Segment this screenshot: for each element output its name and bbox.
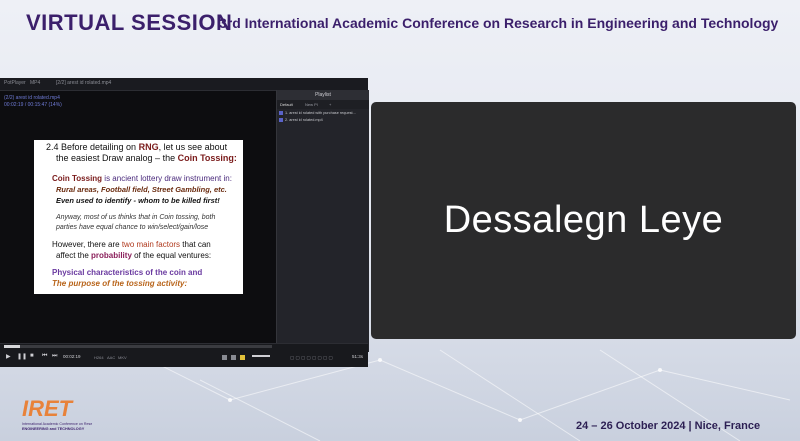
slide-para-1: Coin Tossing is ancient lottery draw ins… xyxy=(52,174,232,183)
slide-para-2: Rural areas, Football field, Street Gamb… xyxy=(56,185,227,194)
bookmark-icon[interactable] xyxy=(240,355,245,360)
stop-icon[interactable]: ■ xyxy=(30,353,34,359)
session-title: VIRTUAL SESSION xyxy=(26,10,233,35)
codec-video: H264 xyxy=(94,355,104,360)
participant-video-tile[interactable]: Dessalegn Leye xyxy=(371,102,796,339)
svg-text:ENGINEERING and TECHNOLOGY: ENGINEERING and TECHNOLOGY xyxy=(22,427,85,431)
slide-para-5: However, there are two main factors that… xyxy=(52,240,211,249)
player-file-title: [2/2] arest id rolated.mp4 xyxy=(56,80,112,86)
playlist-tab-add[interactable]: + xyxy=(329,102,331,107)
slide-para-6: affect the probability of the equal vent… xyxy=(56,251,212,260)
participant-name: Dessalegn Leye xyxy=(443,199,724,241)
presentation-slide: 2.4 Before detailing on RNG, let us see … xyxy=(34,140,243,294)
settings-icon[interactable] xyxy=(222,355,227,360)
subtitle-icon[interactable] xyxy=(231,355,236,360)
slide-para-4a: Anyway, most of us thinks that in Coin t… xyxy=(56,214,216,221)
slide-para-4b: parties have equal chance to win/select/… xyxy=(56,224,209,231)
slide-para-3: Even used to identify - whom to be kille… xyxy=(56,196,220,205)
svg-text:IRET: IRET xyxy=(22,396,74,421)
slide-line-1: 2.4 Before detailing on RNG, let us see … xyxy=(46,142,228,152)
video-file-icon xyxy=(279,118,283,122)
playlist-item[interactable]: 2. arest id rolated.mp4 xyxy=(279,118,367,124)
codec-container: MKV xyxy=(118,355,127,360)
codec-audio: AAC xyxy=(107,355,116,360)
slide-para-7: Physical characteristics of the coin and xyxy=(52,268,203,277)
playlist-item[interactable]: 1. arest id rolated with purchase reques… xyxy=(279,111,367,117)
seek-progress xyxy=(4,345,20,348)
player-tab[interactable]: MP4 xyxy=(30,80,40,86)
slide-line-2: the easiest Draw analog – the Coin Tossi… xyxy=(56,153,237,163)
time-display: 00:02:19 xyxy=(63,354,81,359)
playlist-tabs: Default New Pl + xyxy=(277,100,369,109)
seek-bar[interactable] xyxy=(4,345,272,348)
osd-filename: (2/2) arest id rolated.mp4 xyxy=(4,95,60,101)
iret-logo: IRET International Academic Conference o… xyxy=(22,396,92,431)
playlist-panel: Playlist Default New Pl + 1. arest id ro… xyxy=(276,90,369,352)
video-file-icon xyxy=(279,111,283,115)
volume-slider[interactable] xyxy=(252,355,270,357)
next-icon[interactable]: ⏭ xyxy=(52,353,57,360)
playlist-controls[interactable]: ▢ ▢ ▢ ▢ ▢ ▢ ▢ ▢ xyxy=(290,355,333,361)
slide-para-8: The purpose of the tossing activity: xyxy=(52,279,188,288)
osd-progress: 00:02:19 / 00:15:47 (14%) xyxy=(4,102,62,108)
playlist-tab-default[interactable]: Default xyxy=(280,102,293,107)
pause-icon[interactable]: ❚❚ xyxy=(17,353,27,360)
audio-status: 51:3s xyxy=(352,354,364,359)
play-icon[interactable]: ▶ xyxy=(6,353,11,360)
playlist-title: Playlist xyxy=(277,90,369,100)
svg-text:International Academic Confere: International Academic Conference on Res… xyxy=(22,422,92,426)
event-dates: 24 – 26 October 2024 | Nice, France xyxy=(576,420,761,432)
previous-icon[interactable]: ⏮ xyxy=(42,353,47,360)
player-app-name[interactable]: PotPlayer xyxy=(4,80,26,86)
playlist-tab-new[interactable]: New Pl xyxy=(305,102,318,107)
conference-title: 3rd International Academic Conference on… xyxy=(219,15,779,31)
